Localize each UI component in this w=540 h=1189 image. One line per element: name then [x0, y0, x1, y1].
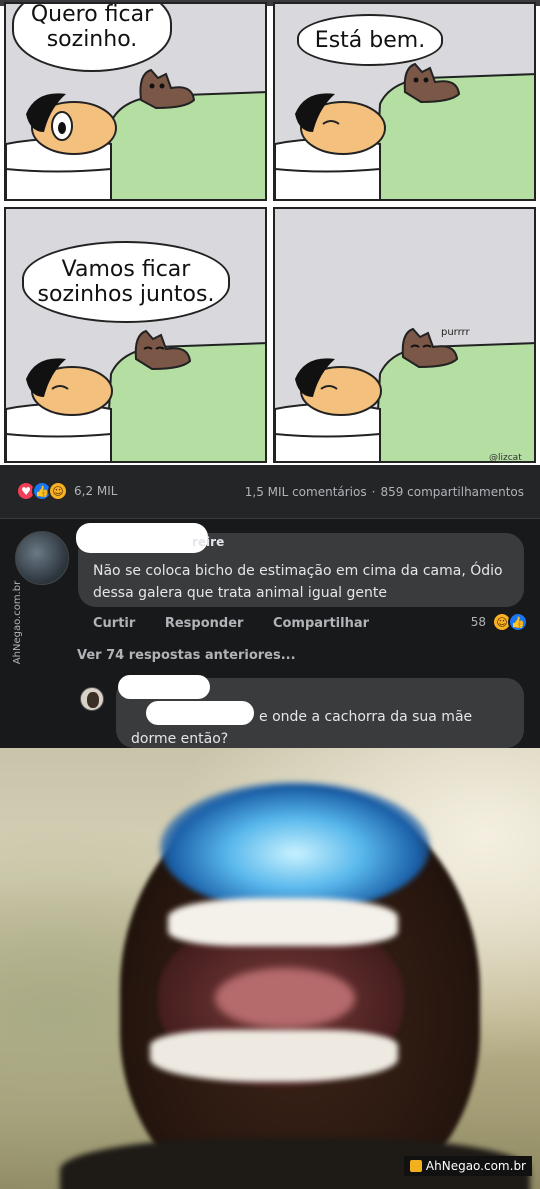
speech-bubble-2: Está bem.: [297, 14, 443, 66]
lower-teeth: [150, 1030, 398, 1082]
facebook-comments: ♥ 👍 ☺ 6,2 MIL 1,5 MIL comentários · 859 co…: [0, 465, 540, 748]
speech-text-1: Quero ficar sozinho.: [30, 2, 154, 52]
artist-signature: @lizcat: [489, 453, 522, 463]
comic-panel-3: Vamos ficar sozinhos juntos.: [4, 207, 267, 463]
purr-sound: purrrr: [441, 327, 470, 338]
side-watermark-text: AhNegao.com.br: [12, 580, 24, 665]
comment-2-line-2: dorme então?: [131, 731, 229, 747]
comment-1-like-count: 58: [470, 615, 486, 629]
reaction-bar: ♥ 👍 ☺ 6,2 MIL 1,5 MIL comentários · 859 co…: [0, 465, 540, 519]
like-link[interactable]: Curtir: [93, 616, 135, 631]
comic-panel-1: Quero ficar sozinho.: [4, 2, 267, 201]
redacted-name-2a: [118, 675, 210, 699]
comic-strip: Quero ficar sozinho. Está bem. Vamos fic…: [0, 0, 540, 465]
redacted-name-1: [76, 523, 208, 553]
speech-text-3: Vamos ficar sozinhos juntos.: [37, 257, 215, 307]
comment-1-reactions[interactable]: 58 ☺ 👍: [470, 612, 528, 632]
comment-2-text: e onde a cachorra da sua mãe dorme então…: [131, 706, 521, 750]
comment-2-avatar[interactable]: [80, 687, 104, 711]
tongue: [215, 968, 355, 1028]
reply-link[interactable]: Responder: [165, 616, 244, 631]
panel-4-drawing: [275, 327, 534, 461]
bottom-watermark: AhNegao.com.br: [403, 1156, 532, 1176]
blue-light-glow: [160, 782, 430, 912]
reaction-count: 6,2 MIL: [74, 484, 118, 498]
reaction-summary[interactable]: ♥ 👍 ☺ 6,2 MIL: [16, 481, 117, 501]
upper-teeth: [168, 898, 398, 946]
stats-separator: ·: [371, 485, 376, 499]
side-watermark: AhNegao.com.br: [12, 573, 34, 683]
avatar-face: [87, 692, 99, 708]
post-stats: 1,5 MIL comentários · 859 compartilhamento…: [245, 485, 524, 499]
view-previous-replies[interactable]: Ver 74 respostas anteriores...: [77, 648, 296, 663]
share-link[interactable]: Compartilhar: [273, 616, 369, 631]
reaction-photo: AhNegao.com.br: [0, 748, 540, 1189]
comment-1-text: Não se coloca bicho de estimação em cima…: [93, 563, 503, 601]
shares-count[interactable]: 859 compartilhamentos: [380, 485, 524, 499]
speech-text-2: Está bem.: [314, 27, 426, 53]
comic-panel-2: Está bem.: [273, 2, 536, 201]
comment-2-line-1: e onde a cachorra da sua mãe: [259, 709, 473, 725]
brand-logo-icon: [409, 1160, 422, 1172]
comment-1-author[interactable]: reire: [192, 535, 224, 549]
comment-1-actions: Curtir Responder Compartilhar: [93, 616, 394, 631]
comment-1-avatar[interactable]: [15, 531, 69, 585]
bottom-watermark-text: AhNegao.com.br: [425, 1159, 526, 1173]
speech-bubble-3: Vamos ficar sozinhos juntos.: [22, 241, 230, 323]
haha-icon: ☺: [48, 481, 68, 501]
like-icon: 👍: [508, 612, 528, 632]
comic-panel-4: purrrr @lizcat: [273, 207, 536, 463]
comments-count[interactable]: 1,5 MIL comentários: [245, 485, 367, 499]
